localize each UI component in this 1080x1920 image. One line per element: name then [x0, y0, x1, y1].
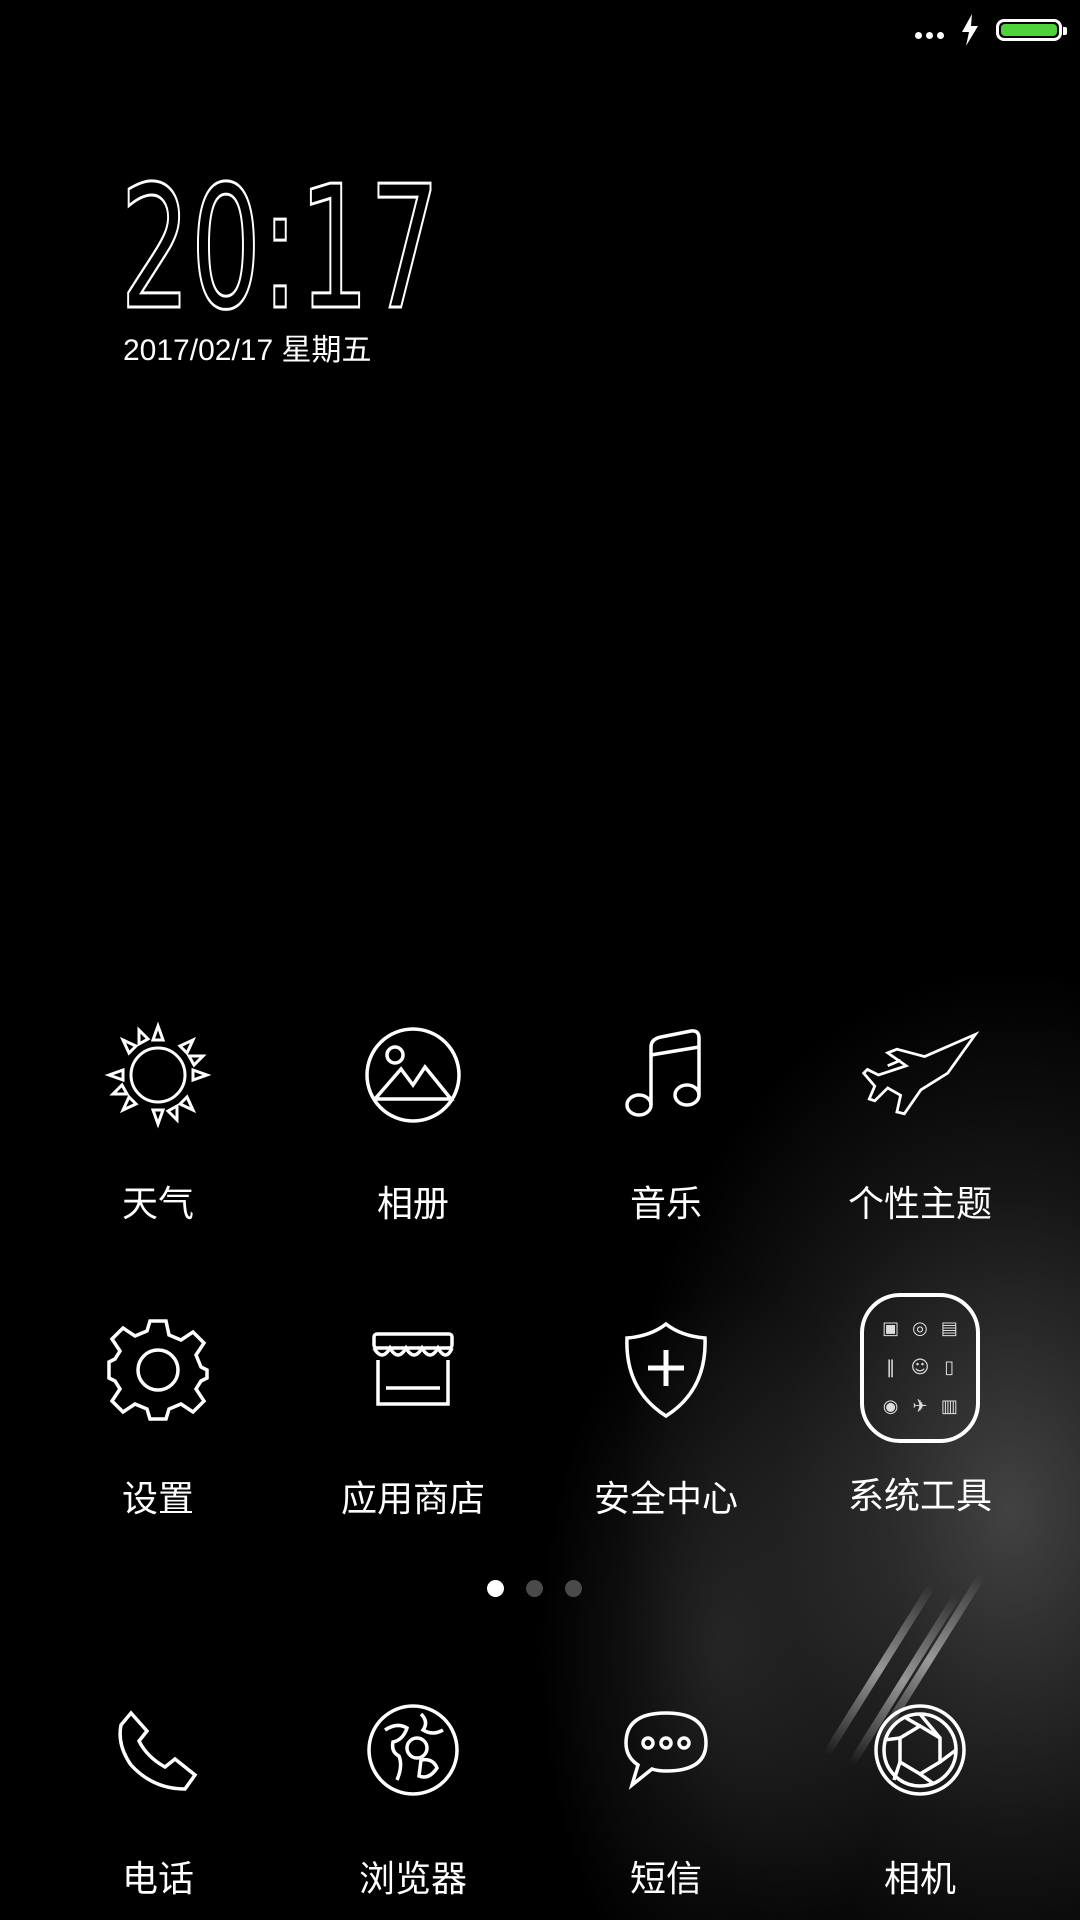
message-bubble-icon	[606, 1690, 726, 1810]
folder-system-tools[interactable]: ▣ ◎ ▤ ‖ ☺ ▯ ◉ ✈ ▥ 系统工具	[820, 1290, 1020, 1519]
app-themes[interactable]: 个性主题	[820, 1015, 1020, 1227]
mini-app-icon: ▥	[940, 1396, 958, 1418]
jet-plane-icon	[860, 1015, 980, 1135]
app-label: 天气	[121, 1184, 194, 1225]
store-icon	[353, 1310, 473, 1430]
clock-time: 20:17	[119, 149, 442, 350]
page-dot[interactable]	[526, 1580, 543, 1597]
home-screen: 20:17 2017/02/17 星期五 天气 相册 音乐 个性主题 设置 应用…	[0, 0, 1080, 1920]
globe-icon	[353, 1690, 473, 1810]
sun-icon	[98, 1015, 218, 1135]
dock-camera[interactable]: 相机	[820, 1690, 1020, 1902]
app-music[interactable]: 音乐	[566, 1015, 766, 1227]
shield-plus-icon	[606, 1310, 726, 1430]
app-label: 电话	[121, 1859, 194, 1900]
app-label: 设置	[121, 1479, 194, 1520]
app-label: 音乐	[629, 1184, 702, 1225]
mini-app-icon: ‖	[886, 1356, 896, 1378]
app-label: 应用商店	[340, 1479, 485, 1520]
app-label: 安全中心	[593, 1479, 738, 1520]
battery-fill	[1001, 24, 1057, 36]
page-dot-active[interactable]	[487, 1580, 504, 1597]
clock-widget[interactable]: 20:17	[119, 149, 450, 350]
mini-app-icon: ▣	[882, 1317, 900, 1339]
app-security[interactable]: 安全中心	[566, 1310, 766, 1522]
mini-app-icon: ▤	[940, 1317, 958, 1339]
mini-app-icon: ▯	[944, 1356, 955, 1378]
page-indicator[interactable]	[487, 1580, 582, 1597]
mini-app-icon: ◎	[912, 1317, 928, 1339]
app-label: 相册	[376, 1184, 449, 1225]
mini-app-icon: ✈	[912, 1396, 928, 1418]
status-bar	[915, 10, 1067, 50]
camera-aperture-icon	[860, 1690, 980, 1810]
app-label: 个性主题	[847, 1184, 992, 1225]
svg-text:20:17: 20:17	[120, 172, 440, 322]
more-dots-icon	[915, 31, 944, 39]
app-label: 相机	[883, 1859, 956, 1900]
clock-date: 2017/02/17 星期五	[123, 334, 372, 367]
gallery-icon	[353, 1015, 473, 1135]
app-label: 系统工具	[847, 1476, 992, 1517]
dock-messages[interactable]: 短信	[566, 1690, 766, 1902]
page-dot[interactable]	[565, 1580, 582, 1597]
app-label: 短信	[629, 1859, 702, 1900]
folder-icon: ▣ ◎ ▤ ‖ ☺ ▯ ◉ ✈ ▥	[860, 1290, 980, 1445]
app-label: 浏览器	[358, 1859, 467, 1900]
phone-icon	[98, 1690, 218, 1810]
dock-phone[interactable]: 电话	[58, 1690, 258, 1902]
gear-icon	[98, 1310, 218, 1430]
mini-app-icon: ☺	[910, 1356, 930, 1378]
app-gallery[interactable]: 相册	[313, 1015, 513, 1227]
charging-bolt-icon	[962, 14, 978, 46]
mini-app-icon: ◉	[882, 1396, 899, 1418]
battery-icon	[996, 19, 1067, 41]
app-weather[interactable]: 天气	[58, 1015, 258, 1227]
app-store[interactable]: 应用商店	[313, 1310, 513, 1522]
app-settings[interactable]: 设置	[58, 1310, 258, 1522]
music-note-icon	[606, 1015, 726, 1135]
dock-browser[interactable]: 浏览器	[313, 1690, 513, 1902]
